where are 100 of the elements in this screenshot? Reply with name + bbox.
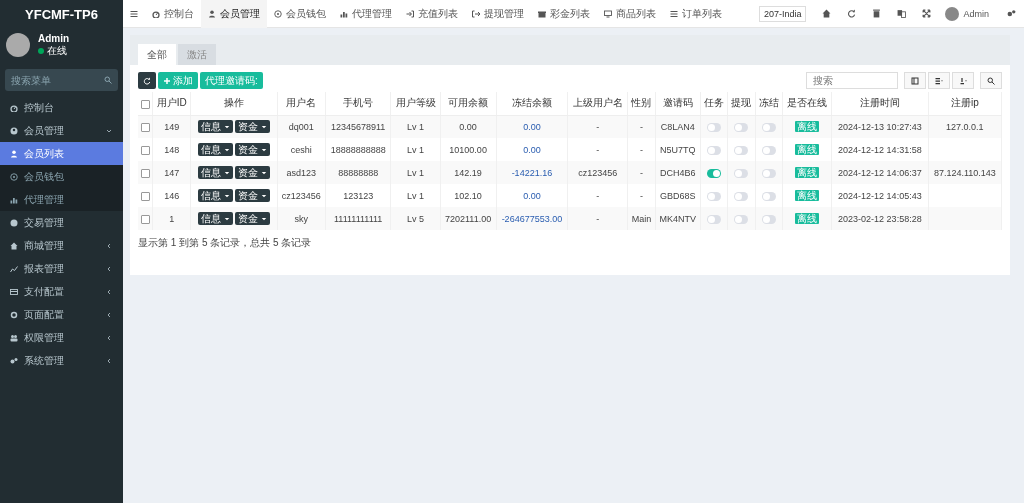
checkbox[interactable] xyxy=(140,123,150,133)
dropdown-button[interactable]: 信息 xyxy=(198,189,234,202)
list-icon xyxy=(670,9,678,18)
admin-name[interactable]: Admin xyxy=(963,8,989,19)
nav-tab[interactable]: 订单列表 xyxy=(663,0,729,28)
refresh-button[interactable] xyxy=(138,72,156,89)
sidebar-item[interactable]: 会员列表 xyxy=(0,142,123,165)
nav-tab[interactable]: 代理管理 xyxy=(333,0,399,28)
region-label[interactable]: 207-India xyxy=(758,5,807,22)
table-cell: dq001 xyxy=(288,122,314,133)
toggle-switch[interactable] xyxy=(734,214,749,224)
dropdown-button[interactable]: 资金 xyxy=(235,212,271,225)
table-cell: 2023-02-12 23:58:28 xyxy=(838,214,922,224)
trash-icon[interactable] xyxy=(872,9,882,18)
bar-chart-icon xyxy=(340,9,348,18)
avatar xyxy=(6,33,30,57)
toggle-switch[interactable] xyxy=(761,168,776,178)
filter-tab[interactable]: 全部 xyxy=(138,44,176,65)
dropdown-button[interactable]: 信息 xyxy=(198,120,234,134)
nav-tab[interactable]: 充值列表 xyxy=(399,0,465,28)
column-header: 可用余额 xyxy=(448,97,489,109)
nav-tab[interactable]: 提现管理 xyxy=(465,0,531,28)
home-icon[interactable] xyxy=(822,9,832,18)
dropdown-button[interactable]: 信息 xyxy=(198,143,234,156)
table-cell: 146 xyxy=(164,191,180,201)
table-cell: Lv 1 xyxy=(407,191,425,201)
sidebar-item[interactable]: 代理管理 xyxy=(0,188,123,211)
table-cell: 142.19 xyxy=(454,168,482,178)
dropdown-button[interactable]: 信息 xyxy=(198,212,234,225)
columns-button[interactable] xyxy=(904,72,926,89)
search-icon xyxy=(987,76,995,85)
sidebar-item[interactable]: 会员钱包 xyxy=(0,165,123,188)
search-field[interactable]: 搜索 xyxy=(806,72,898,89)
caret-icon xyxy=(224,123,231,130)
dropdown-button[interactable]: 资金 xyxy=(235,120,271,134)
toggle-switch[interactable] xyxy=(734,191,749,201)
toggle-switch[interactable] xyxy=(707,191,722,201)
caret-icon xyxy=(224,169,231,176)
sidebar-item[interactable]: 交易管理 xyxy=(0,211,123,234)
dropdown-button[interactable]: 信息 xyxy=(198,166,234,179)
checkbox[interactable] xyxy=(140,99,150,109)
gauge-icon xyxy=(152,9,160,18)
toggle-switch[interactable] xyxy=(761,191,776,201)
table-cell: 147 xyxy=(164,168,180,178)
table-cell: 7202111.00 xyxy=(445,214,492,224)
record-summary: 显示第 1 到第 5 条记录，总共 5 条记录 xyxy=(137,236,313,250)
toggle-switch[interactable] xyxy=(734,123,749,133)
nav-tab[interactable]: 会员钱包 xyxy=(267,0,333,28)
caret-icon xyxy=(224,215,231,222)
nav-tab[interactable]: 会员管理 xyxy=(201,0,267,28)
table-cell: - xyxy=(639,191,643,201)
table-cell: 88888888 xyxy=(338,168,379,178)
search-field[interactable]: 搜索菜单 xyxy=(11,74,91,86)
column-header: 冻结 xyxy=(758,97,779,109)
table-cell: MK4NTV xyxy=(659,214,696,224)
toggle-switch[interactable] xyxy=(761,123,776,133)
column-header: 用户名 xyxy=(286,97,317,109)
sidebar-item[interactable]: 支付配置 xyxy=(0,280,123,303)
search-icon xyxy=(104,76,112,84)
user-icon xyxy=(10,149,18,158)
sidebar-item[interactable]: 页面配置 xyxy=(0,303,123,326)
nav-tab[interactable]: 彩金列表 xyxy=(531,0,597,28)
table-cell: 0.00 xyxy=(523,191,541,201)
dropdown-button[interactable]: 资金 xyxy=(235,143,271,156)
sidebar-item[interactable]: 商城管理 xyxy=(0,234,123,257)
table-cell: 11111111111 xyxy=(334,214,383,224)
nav-tab[interactable]: 商品列表 xyxy=(597,0,663,28)
menu-icon[interactable] xyxy=(130,9,138,18)
toggle-switch[interactable] xyxy=(707,168,722,178)
checkbox[interactable] xyxy=(140,191,150,201)
circle-icon xyxy=(10,172,18,181)
toggle-switch[interactable] xyxy=(761,214,776,224)
column-header: 用户等级 xyxy=(395,97,436,109)
sidebar-item[interactable]: 系统管理 xyxy=(0,349,123,372)
toggle-switch[interactable] xyxy=(734,145,749,155)
toggle-switch[interactable] xyxy=(734,168,749,178)
grid-button[interactable] xyxy=(928,72,950,89)
dropdown-button[interactable]: 资金 xyxy=(235,189,271,202)
column-header: 是否在线 xyxy=(786,97,827,109)
search-button[interactable] xyxy=(980,72,1002,89)
column-header: 用户ID xyxy=(156,97,187,109)
toggle-switch[interactable] xyxy=(761,145,776,155)
checkbox[interactable] xyxy=(140,214,150,224)
sidebar-item[interactable]: 报表管理 xyxy=(0,257,123,280)
checkbox[interactable] xyxy=(140,145,150,155)
dropdown-button[interactable]: 资金 xyxy=(235,166,271,179)
fullscreen-icon[interactable] xyxy=(922,9,932,18)
toggle-switch[interactable] xyxy=(707,214,722,224)
user-icon xyxy=(208,9,216,18)
table-cell: 102.10 xyxy=(454,191,482,201)
toggle-switch[interactable] xyxy=(707,123,722,133)
search-box[interactable]: 搜索菜单 xyxy=(5,69,118,91)
sidebar-item[interactable]: 控制台 xyxy=(0,96,123,119)
toggle-switch[interactable] xyxy=(707,145,722,155)
sidebar-item[interactable]: 权限管理 xyxy=(0,326,123,349)
export-button[interactable] xyxy=(952,72,974,89)
nav-tab[interactable]: 控制台 xyxy=(145,0,201,28)
sidebar-item[interactable]: 会员管理 xyxy=(0,119,123,142)
checkbox[interactable] xyxy=(140,168,150,178)
refresh-icon[interactable] xyxy=(847,9,857,18)
